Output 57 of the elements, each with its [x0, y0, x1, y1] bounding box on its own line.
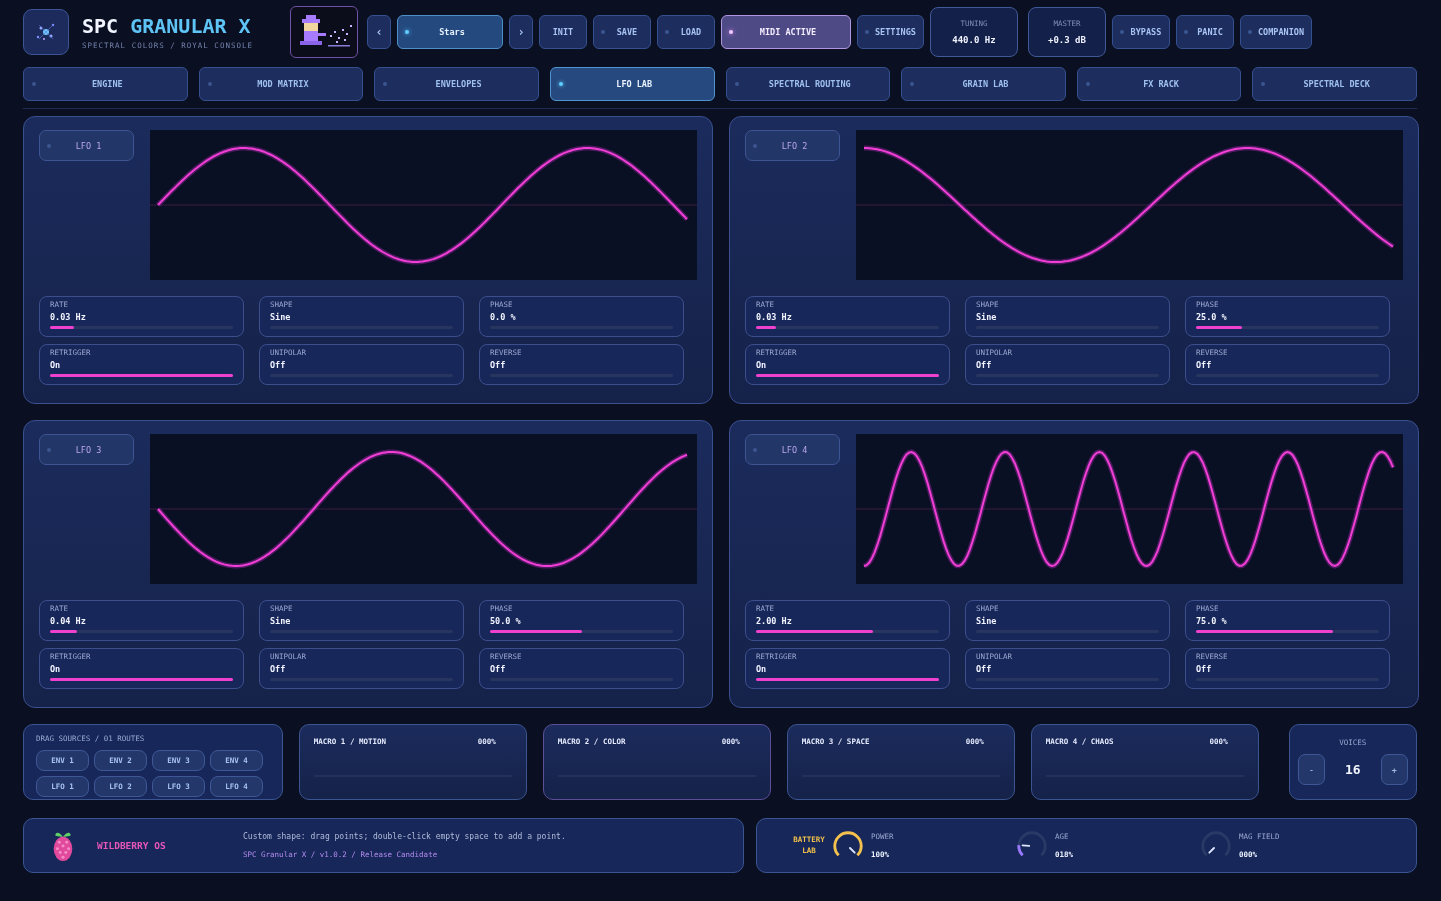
param-value: Sine [270, 616, 292, 626]
param-value: Off [270, 360, 287, 370]
tab[interactable]: SPECTRAL ROUTING [725, 67, 891, 101]
param-value: Sine [976, 616, 998, 626]
lfo-button[interactable]: LFO 2 [745, 130, 840, 161]
toolbar-button[interactable]: BYPASS [1111, 14, 1170, 49]
increment-button[interactable]: + [1380, 754, 1408, 785]
toolbar-button[interactable]: MIDI ACTIVE [721, 14, 851, 49]
toolbar-button[interactable]: SAVE [593, 14, 651, 49]
param-value: 0.0 % [490, 312, 517, 322]
app-title: SPC GRANULAR X [82, 13, 252, 38]
param-value: 0.03 Hz [50, 312, 87, 322]
preset-button[interactable]: Stars [397, 14, 503, 49]
param-value: Sine [270, 312, 292, 322]
param-value: Off [490, 664, 507, 674]
param-value: Off [976, 664, 993, 674]
param-value: On [50, 360, 62, 370]
param-value: On [756, 664, 768, 674]
param-value: 75.0 % [1196, 616, 1228, 626]
toolbar-button[interactable]: INIT [539, 14, 587, 49]
param-value: 50.0 % [490, 616, 522, 626]
tab[interactable]: SPECTRAL DECK [1252, 67, 1417, 101]
param-value: On [50, 664, 62, 674]
brand-name: WILDBERRY OS [97, 840, 167, 851]
param-value: Off [270, 664, 287, 674]
param-value: 25.0 % [1196, 312, 1228, 322]
tab[interactable]: MOD MATRIX [198, 67, 364, 101]
lfo-button[interactable]: LFO 4 [745, 434, 840, 465]
param-value: 0.04 Hz [50, 616, 87, 626]
hint-text: Custom shape: drag points; double-click empty space to add a point. [243, 832, 566, 841]
tab[interactable]: ENGINE [23, 67, 188, 101]
lfo-button[interactable]: LFO 1 [39, 130, 134, 161]
decrement-button[interactable]: - [1298, 754, 1325, 785]
arrow-button[interactable]: › [509, 14, 533, 49]
readout-value[interactable]: +0.3 dB [1048, 34, 1086, 45]
tab[interactable]: ENVELOPES [374, 67, 539, 101]
toolbar-button[interactable]: SETTINGS [857, 14, 924, 49]
toolbar-button[interactable]: PANIC [1175, 14, 1234, 49]
tab[interactable]: GRAIN LAB [901, 67, 1066, 101]
param-value: Off [1196, 360, 1213, 370]
lfo-waveform[interactable] [856, 434, 1403, 584]
param-value: Sine [976, 312, 998, 322]
param-value: On [756, 360, 768, 370]
voices-value: 16 [1345, 762, 1361, 777]
tab[interactable]: LFO LAB [549, 67, 715, 101]
param-value: 0.03 Hz [756, 312, 793, 322]
param-value: Off [976, 360, 993, 370]
toolbar-button[interactable]: COMPANION [1239, 14, 1312, 49]
arrow-button[interactable]: ‹ [367, 14, 391, 49]
tab[interactable]: FX RACK [1076, 67, 1242, 101]
param-value: Off [1196, 664, 1213, 674]
readout-value[interactable]: 440.0 Hz [952, 34, 996, 45]
param-value: Off [490, 360, 507, 370]
toolbar-button[interactable]: LOAD [657, 14, 715, 49]
lfo-button[interactable]: LFO 3 [39, 434, 134, 465]
param-value: 2.00 Hz [756, 616, 793, 626]
logo-icon [23, 8, 69, 55]
